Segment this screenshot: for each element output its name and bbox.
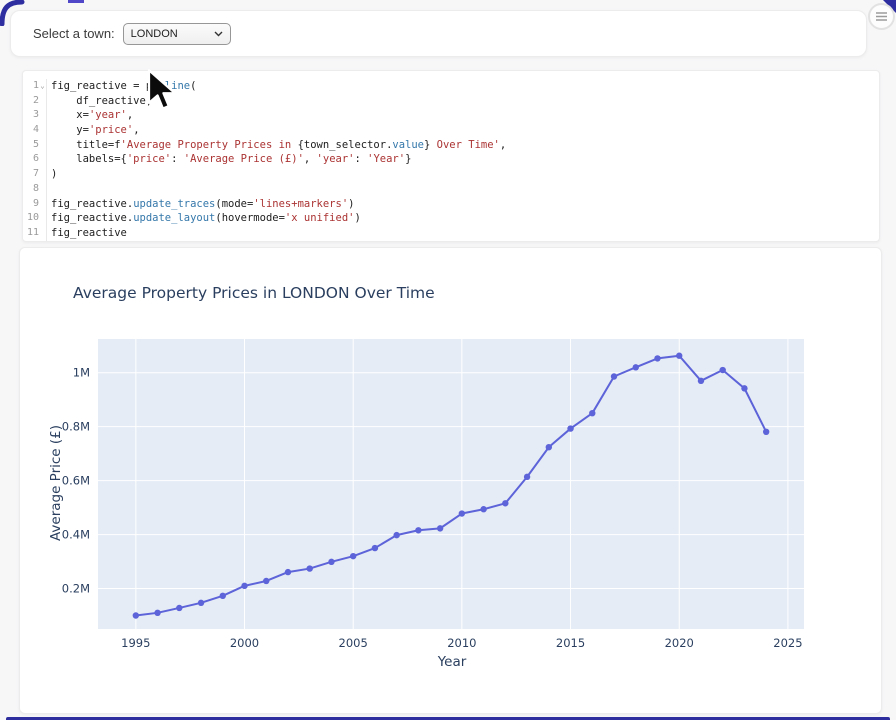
plot-area [98, 339, 804, 629]
code-line: 11 fig_reactive [25, 226, 879, 241]
x-tick-label: 2025 [773, 636, 802, 650]
x-tick-label: 2015 [556, 636, 585, 650]
code-line: 5 title=f'Average Property Prices in {to… [25, 138, 879, 153]
line-number: 7 [25, 167, 39, 182]
code-text [47, 182, 57, 197]
code-line: 9 fig_reactive.update_traces(mode='lines+… [25, 197, 879, 212]
menu-button[interactable] [868, 3, 895, 30]
data-point[interactable] [328, 559, 334, 565]
data-point[interactable] [437, 525, 443, 531]
x-tick-label: 2005 [339, 636, 368, 650]
code-text: labels={'price': 'Average Price (£)', 'y… [47, 152, 411, 167]
code-text: fig_reactive.update_layout(hovermode='x … [47, 211, 361, 226]
fold-gutter [39, 182, 47, 197]
code-line: 10 fig_reactive.update_layout(hovermode='… [25, 211, 879, 226]
code-line: 8 [25, 182, 879, 197]
fold-gutter [39, 152, 47, 167]
line-number: 10 [25, 211, 39, 226]
fold-gutter [39, 211, 47, 226]
data-point[interactable] [567, 425, 573, 431]
chart-output-card: Average Property Prices in LONDON Over T… [19, 247, 882, 714]
x-tick-label: 2010 [447, 636, 476, 650]
x-tick-label: 2000 [230, 636, 259, 650]
fold-gutter [39, 197, 47, 212]
data-point[interactable] [220, 593, 226, 599]
data-point[interactable] [480, 506, 486, 512]
y-tick-label: 1M [73, 366, 90, 380]
code-text: fig_reactive.update_traces(mode='lines+m… [47, 197, 354, 212]
hamburger-icon [876, 12, 887, 21]
line-number: 4 [25, 123, 39, 138]
data-point[interactable] [176, 605, 182, 611]
y-axis-title: Average Price (£) [48, 418, 64, 548]
data-point[interactable] [285, 569, 291, 575]
fold-gutter [39, 226, 47, 241]
data-point[interactable] [415, 527, 421, 533]
data-point[interactable] [372, 545, 378, 551]
data-point[interactable] [589, 410, 595, 416]
y-tick-label: 0.8M [62, 420, 90, 434]
data-point[interactable] [763, 429, 769, 435]
code-text: df_reactive, [47, 94, 152, 109]
fold-chevron-down-icon[interactable]: ⌄ [39, 79, 47, 94]
line-number: 5 [25, 138, 39, 153]
data-point[interactable] [133, 612, 139, 618]
data-point[interactable] [546, 444, 552, 450]
y-tick-label: 0.6M [62, 474, 90, 488]
chevron-down-icon [214, 31, 223, 37]
code-text: x='year', [47, 108, 133, 123]
data-point[interactable] [502, 500, 508, 506]
data-point[interactable] [676, 353, 682, 359]
data-point[interactable] [741, 385, 747, 391]
data-point[interactable] [459, 510, 465, 516]
data-point[interactable] [350, 553, 356, 559]
fold-gutter [39, 138, 47, 153]
code-line: 7) [25, 167, 879, 182]
data-point[interactable] [263, 578, 269, 584]
data-point[interactable] [524, 474, 530, 480]
y-tick-label: 0.2M [62, 582, 90, 596]
data-point[interactable] [611, 373, 617, 379]
code-text: y='price', [47, 123, 140, 138]
line-number: 6 [25, 152, 39, 167]
town-selector-card: Select a town: LONDON [10, 10, 867, 57]
data-point[interactable] [654, 355, 660, 361]
data-point[interactable] [720, 367, 726, 373]
data-point[interactable] [633, 364, 639, 370]
line-number: 3 [25, 108, 39, 123]
arrow-pointer-icon [146, 68, 179, 113]
code-text: title=f'Average Property Prices in {town… [47, 138, 506, 153]
fold-gutter [39, 108, 47, 123]
fold-gutter [39, 167, 47, 182]
notebook-page: Select a town: LONDON 1⌄fig_reactive = p… [0, 0, 896, 720]
y-tick-label: 0.4M [62, 528, 90, 542]
line-number: 1 [25, 79, 39, 94]
fold-gutter [39, 94, 47, 109]
line-number: 2 [25, 94, 39, 109]
data-point[interactable] [241, 583, 247, 589]
data-point[interactable] [198, 600, 204, 606]
line-number: 11 [25, 226, 39, 241]
town-select-dropdown[interactable]: LONDON [123, 23, 231, 45]
code-text: fig_reactive [47, 226, 127, 241]
line-number: 8 [25, 182, 39, 197]
fold-gutter [39, 123, 47, 138]
town-select-value: LONDON [131, 28, 178, 40]
x-tick-label: 1995 [121, 636, 150, 650]
x-axis-title: Year [402, 654, 502, 670]
data-point[interactable] [393, 532, 399, 538]
code-line: 6 labels={'price': 'Average Price (£)', … [25, 152, 879, 167]
data-point[interactable] [154, 610, 160, 616]
frame-top-tick [68, 0, 84, 3]
data-point[interactable] [698, 378, 704, 384]
data-point[interactable] [307, 565, 313, 571]
town-selector-label: Select a town: [33, 26, 115, 41]
line-number: 9 [25, 197, 39, 212]
code-text: ) [47, 167, 57, 182]
frame-corner-decoration [0, 0, 26, 26]
line-chart[interactable]: 1995 2000 2005 2010 2015 2020 2025 0.2M 0.4M 0.6M… [20, 248, 881, 713]
x-tick-label: 2020 [665, 636, 694, 650]
code-line: 4 y='price', [25, 123, 879, 138]
